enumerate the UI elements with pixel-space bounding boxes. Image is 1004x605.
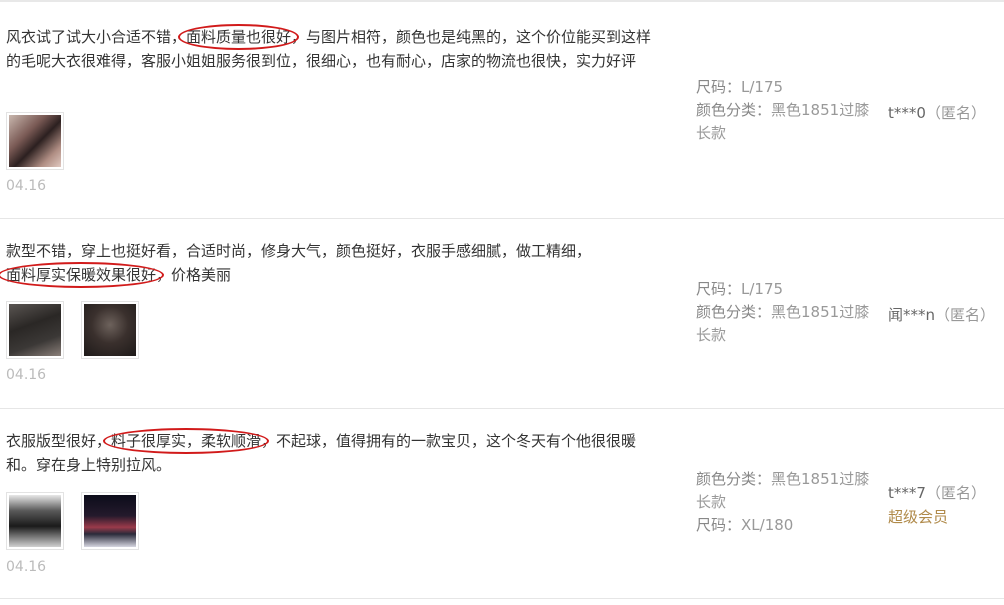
review-photos bbox=[6, 112, 64, 170]
review-photos bbox=[6, 301, 139, 359]
reviewer-name: 闻***n（匿名） bbox=[888, 306, 996, 324]
review-photo-thumbnail[interactable] bbox=[81, 301, 139, 359]
reviewer-name: t***7（匿名） bbox=[888, 484, 986, 502]
spec-size: 尺码：XL/180 bbox=[696, 516, 794, 534]
product-specs: 尺码：L/175 颜色分类：黑色1851过膝长款 bbox=[696, 278, 876, 347]
spec-size: 尺码：L/175 bbox=[696, 78, 784, 96]
review-date: 04.16 bbox=[6, 559, 47, 575]
review-photo-thumbnail[interactable] bbox=[6, 112, 64, 170]
spec-color: 颜色分类：黑色1851过膝长款 bbox=[696, 101, 870, 142]
spec-size: 尺码：L/175 bbox=[696, 280, 784, 298]
spec-color: 颜色分类：黑色1851过膝长款 bbox=[696, 470, 870, 511]
review-date: 04.16 bbox=[6, 367, 47, 383]
review-text: 衣服版型很好，料子很厚实，柔软顺滑，不起球，值得拥有的一款宝贝，这个冬天有个他很… bbox=[6, 432, 637, 474]
review-photo-thumbnail[interactable] bbox=[6, 301, 64, 359]
highlighted-phrase: 面料质量也很好 bbox=[186, 28, 292, 46]
review-text: 款型不错，穿上也挺好看，合适时尚，修身大气，颜色挺好，衣服手感细腻，做工精细，面… bbox=[6, 242, 592, 284]
review-item-3: 衣服版型很好，料子很厚实，柔软顺滑，不起球，值得拥有的一款宝贝，这个冬天有个他很… bbox=[0, 409, 1004, 599]
review-photo-thumbnail[interactable] bbox=[81, 492, 139, 550]
spec-color: 颜色分类：黑色1851过膝长款 bbox=[696, 303, 870, 344]
review-item-2: 款型不错，穿上也挺好看，合适时尚，修身大气，颜色挺好，衣服手感细腻，做工精细，面… bbox=[0, 219, 1004, 409]
product-specs: 颜色分类：黑色1851过膝长款 尺码：XL/180 bbox=[696, 468, 876, 537]
review-date: 04.16 bbox=[6, 178, 47, 194]
product-specs: 尺码：L/175 颜色分类：黑色1851过膝长款 bbox=[696, 76, 876, 145]
vip-badge: 超级会员 bbox=[888, 508, 949, 526]
reviewer-name: t***0（匿名） bbox=[888, 104, 986, 122]
review-photos bbox=[6, 492, 139, 550]
review-photo-thumbnail[interactable] bbox=[6, 492, 64, 550]
review-text: 风衣试了试大小合适不错，面料质量也很好，与图片相符，颜色也是纯黑的，这个价位能买… bbox=[6, 28, 652, 70]
highlighted-phrase: 面料厚实保暖效果很好 bbox=[6, 266, 157, 284]
highlighted-phrase: 料子很厚实，柔软顺滑 bbox=[111, 432, 262, 450]
review-item-1: 风衣试了试大小合适不错，面料质量也很好，与图片相符，颜色也是纯黑的，这个价位能买… bbox=[0, 2, 1004, 219]
